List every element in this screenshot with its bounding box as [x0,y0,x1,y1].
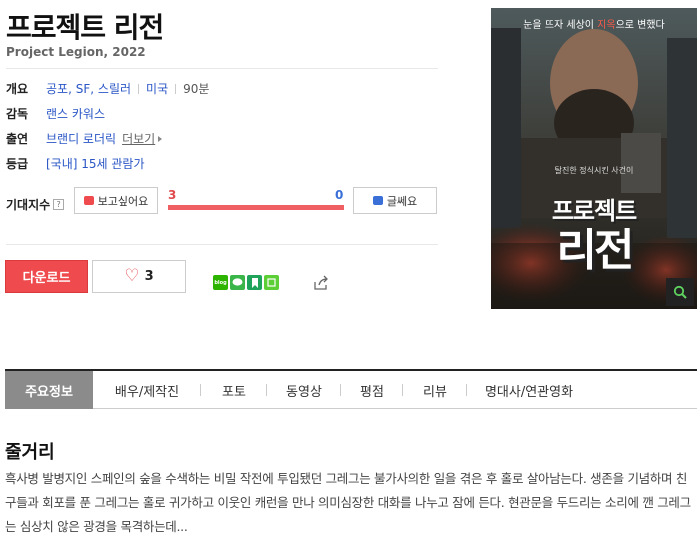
share-icons: blog [213,275,281,290]
poster-tagline-part: 으로 변했다 [615,20,665,31]
poster-title-line2: 리전 [556,225,635,276]
genre-link[interactable]: 스릴러 [98,80,131,97]
heart-icon: ♡ [124,266,140,286]
info-director-row: 감독 랜스 카워스 [6,105,105,122]
expectation-bar [168,205,344,210]
like-count: 3 [144,269,154,284]
tab-quotes-related[interactable]: 명대사/연관영화 [467,371,591,409]
plot-heading: 줄거리 [5,442,55,463]
director-link[interactable]: 랜스 카워스 [46,105,105,122]
poster-tagline-part: 눈을 뜨자 세상이 [523,20,598,31]
rating-label: 등급 [6,157,29,171]
more-cast-link[interactable]: 더보기 [122,130,155,147]
tab-label: 배우/제작진 [114,384,180,400]
expectation-label: 기대지수 ? [6,196,65,213]
overview-label: 개요 [6,82,29,96]
tab-review[interactable]: 리뷰 [403,371,467,409]
movie-title: 프로젝트 리전 [6,11,164,44]
tab-label: 리뷰 [423,384,447,400]
poster-tagline-highlight: 지옥 [597,20,616,31]
info-cast-row: 출연 브랜디 로더릭 더보기 [6,130,163,147]
tab-label: 포토 [222,384,246,400]
share-icon[interactable] [313,275,329,291]
blog-icon[interactable]: blog [213,275,228,290]
genre-link[interactable]: SF [76,82,91,96]
kakao-icon[interactable] [230,275,245,290]
genre-link[interactable]: 공포 [46,80,68,97]
poster-zoom-button[interactable] [666,278,694,306]
download-button[interactable]: 다운로드 [5,260,88,293]
like-button[interactable]: ♡ 3 [92,260,186,293]
line-icon[interactable] [264,275,279,290]
plot-text: 흑사병 발병지인 스페인의 숲을 수색하는 비밀 작전에 투입됐던 그레그는 불… [5,471,691,534]
tab-photo[interactable]: 포토 [201,371,267,409]
detail-tabs: 주요정보 배우/제작진 포토 동영상 평점 리뷰 명대사/연관영화 [5,371,697,409]
tab-label: 동영상 [286,384,322,400]
country-link[interactable]: 미국 [146,80,168,97]
tab-video[interactable]: 동영상 [267,371,341,409]
info-overview-row: 개요 공포, SF, 스릴러 미국 90분 [6,80,209,97]
divider [6,68,438,69]
thumbs-up-icon [83,196,94,205]
movie-poster[interactable]: 눈을 뜨자 세상이 지옥으로 변했다 탈진한 정식시킨 사건이 프로젝트 리전 [491,8,697,309]
info-rating-row: 등급 [국내] 15세 관람가 [6,155,145,172]
poster-tagline: 눈을 뜨자 세상이 지옥으로 변했다 [491,16,697,31]
movie-original-title: Project Legion, 2022 [6,45,146,59]
expectation-bar-fill [168,205,344,210]
tab-label: 평점 [360,384,384,400]
want-to-see-button[interactable]: 보고싶어요 [74,187,158,214]
chevron-right-icon [158,135,163,142]
genre-separator: , [90,81,98,96]
expectation-label-text: 기대지수 [6,198,51,212]
runtime: 90분 [183,82,210,96]
director-label: 감독 [6,107,29,121]
meh-button[interactable]: 글쎄요 [353,187,437,214]
want-to-see-label: 보고싶어요 [97,194,149,208]
rating-link[interactable]: [국내] 15세 관람가 [46,155,145,172]
separator [138,83,140,94]
help-icon[interactable]: ? [53,199,65,210]
search-icon [673,285,687,299]
cast-link[interactable]: 브랜디 로더릭 [46,130,116,147]
thumbs-down-icon [372,196,383,205]
tab-main-info[interactable]: 주요정보 [5,371,93,409]
cast-label: 출연 [6,132,29,146]
poster-subtext: 탈진한 정식시킨 사건이 [554,166,634,175]
meh-count: 0 [335,188,344,202]
want-count: 3 [168,188,177,202]
separator [175,83,177,94]
meh-label: 글쎄요 [386,194,418,208]
tab-rating[interactable]: 평점 [341,371,403,409]
genre-separator: , [68,81,76,96]
tab-cast-crew[interactable]: 배우/제작진 [93,371,201,409]
bookmark-icon[interactable] [247,275,262,290]
divider [6,244,438,245]
